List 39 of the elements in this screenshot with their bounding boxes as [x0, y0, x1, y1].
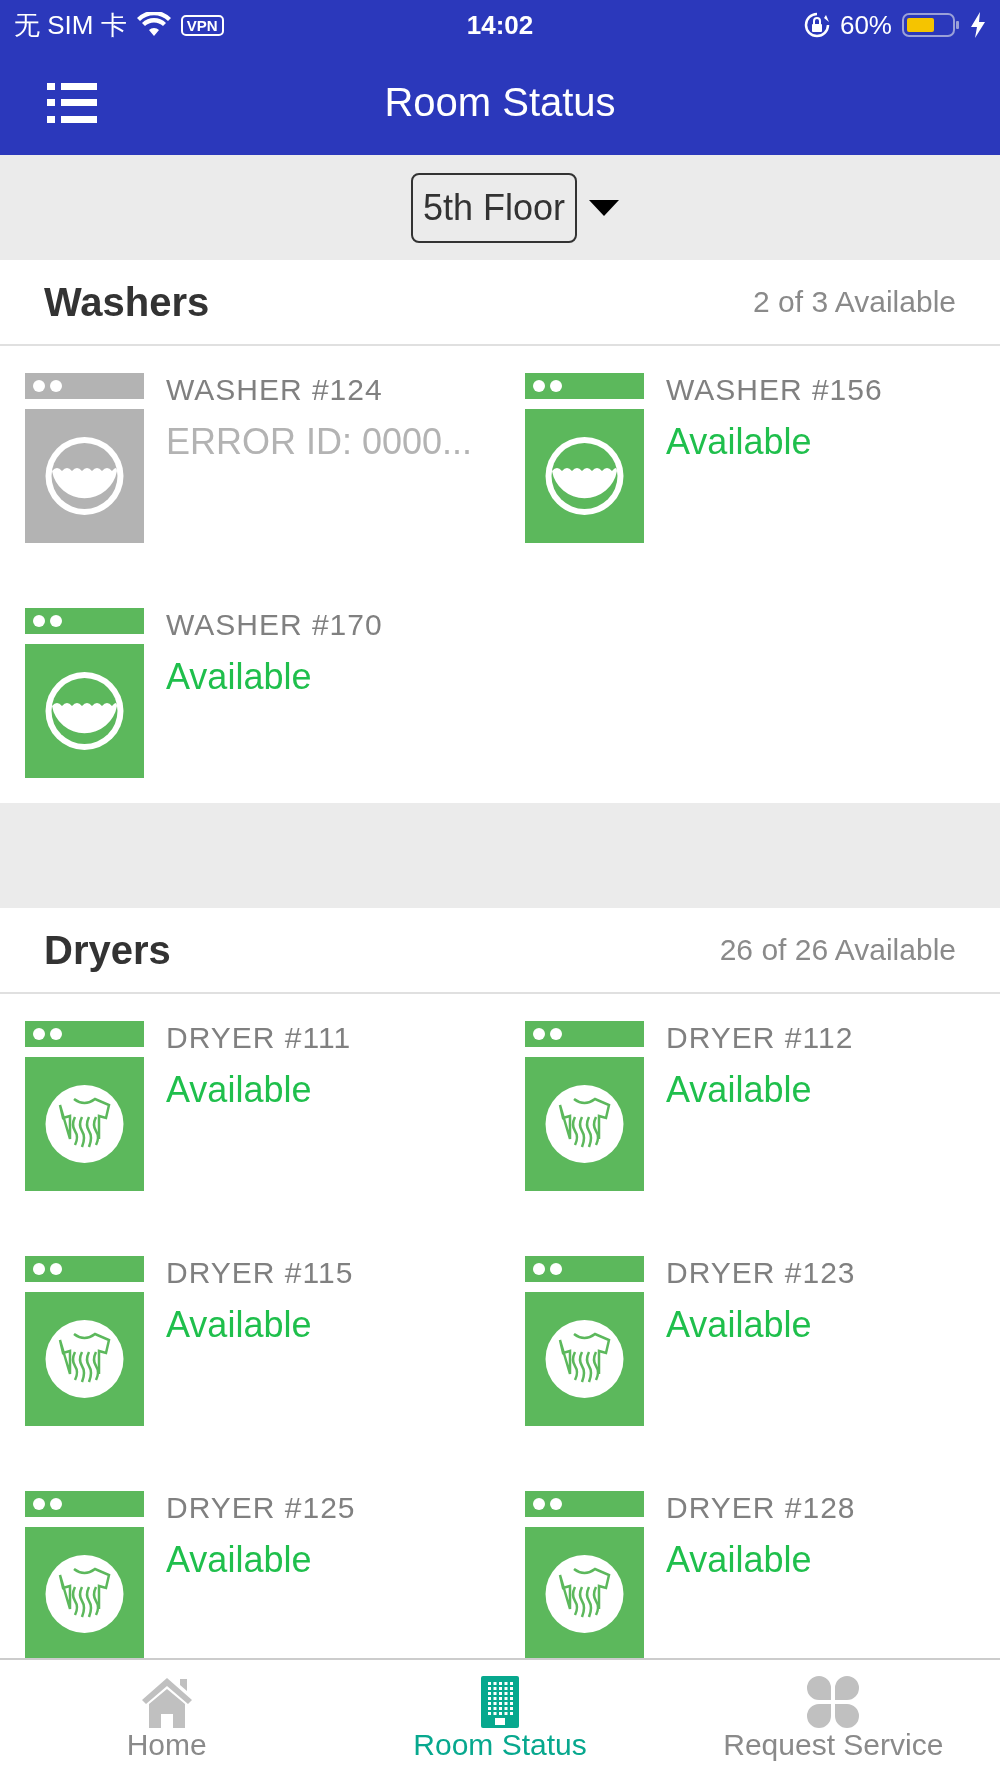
machine-name: DRYER #123 — [666, 1256, 856, 1290]
machine-name: DRYER #115 — [166, 1256, 354, 1290]
machine-name: DRYER #128 — [666, 1491, 856, 1525]
charging-bolt-icon — [970, 12, 986, 38]
clover-icon — [807, 1676, 860, 1728]
section-title: Washers — [44, 279, 210, 325]
building-icon — [481, 1676, 519, 1728]
battery-icon — [902, 12, 960, 38]
machine-status: Available — [166, 1539, 313, 1581]
machine-status: Available — [666, 1304, 813, 1346]
machine-status: Available — [666, 1069, 813, 1111]
availability-count: 26 of 26 Available — [719, 933, 956, 967]
machine-name: DRYER #111 — [166, 1021, 352, 1055]
tab-bar-item[interactable]: Request Service — [666, 1660, 1000, 1778]
availability-count: 2 of 3 Available — [753, 285, 956, 319]
section-title: Dryers — [44, 927, 171, 973]
wifi-icon — [136, 12, 171, 38]
tab-bar-item[interactable]: Home — [0, 1660, 334, 1778]
caret-icon — [589, 199, 620, 216]
machine-status: Available — [666, 421, 813, 463]
screen-title: Room Status — [384, 80, 616, 125]
carrier-text: 无 SIM 卡 — [14, 8, 127, 42]
vpn-badge: VPN — [180, 14, 224, 36]
tab-bar-item[interactable]: Room Status — [333, 1660, 667, 1778]
machine-name: DRYER #112 — [666, 1021, 854, 1055]
machine-status: Available — [166, 656, 313, 698]
battery-percent: 60% — [839, 9, 892, 41]
machine-status: Available — [166, 1304, 313, 1346]
machine-status: Available — [666, 1539, 813, 1581]
machine-status: Available — [166, 1069, 313, 1111]
menu-icon[interactable] — [47, 82, 97, 123]
clock-time: 14:02 — [466, 9, 534, 41]
machine-name: WASHER #170 — [166, 608, 383, 642]
floor-dropdown[interactable]: 5th Floor — [410, 172, 578, 243]
machine-status: ERROR ID: 0000... — [166, 421, 473, 463]
machine-name: WASHER #156 — [666, 373, 883, 407]
machine-name: WASHER #124 — [166, 373, 384, 407]
machine-name: DRYER #125 — [166, 1491, 356, 1525]
rotation-lock-icon — [803, 12, 830, 38]
